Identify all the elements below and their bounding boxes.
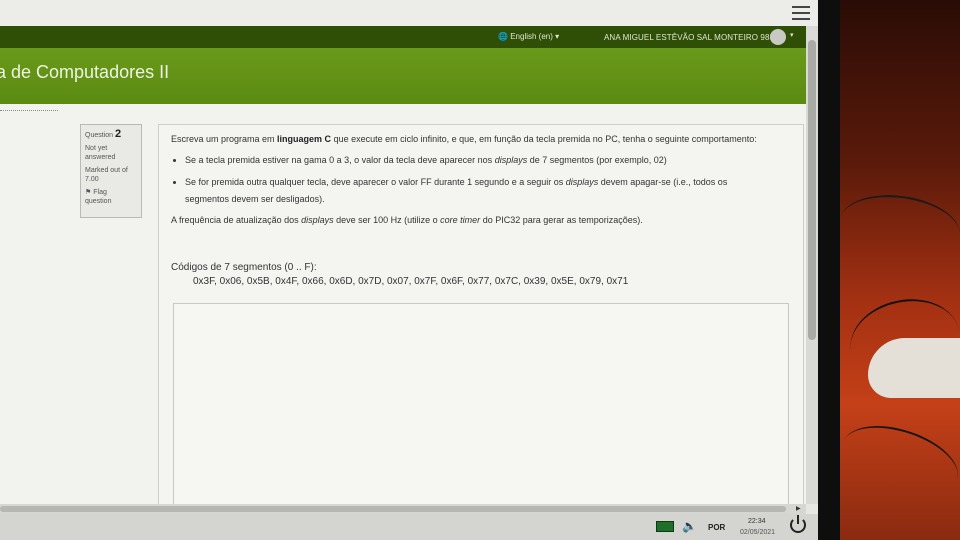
- vertical-scrollbar[interactable]: [806, 26, 818, 504]
- clock-time: 22:34: [748, 518, 766, 525]
- browser-top-strip: [0, 0, 818, 26]
- answer-textarea[interactable]: [173, 303, 789, 523]
- avatar-icon[interactable]: [770, 29, 786, 45]
- browser-screen: 🌐 English (en) ▾ ANA MIGUEL ESTÊVÃO SAL …: [0, 0, 818, 540]
- language-code[interactable]: POR: [708, 523, 725, 532]
- question-text: Escreva um programa em linguagem C que e…: [171, 133, 771, 227]
- user-caret-down-icon[interactable]: ▾: [790, 31, 794, 39]
- list-item: Se a tecla premida estiver na gama 0 a 3…: [185, 152, 771, 169]
- menu-icon[interactable]: [792, 6, 810, 20]
- top-navbar: 🌐 English (en) ▾ ANA MIGUEL ESTÊVÃO SAL …: [0, 26, 806, 48]
- marked-line1: Marked out of: [85, 167, 128, 174]
- scroll-right-arrow-icon[interactable]: ▶: [796, 505, 801, 512]
- codes-list: 0x3F, 0x06, 0x5B, 0x4F, 0x66, 0x6D, 0x7D…: [193, 276, 629, 287]
- flag-question-button[interactable]: ⚑ Flag question: [85, 188, 141, 206]
- codes-title: Códigos de 7 segmentos (0 .. F):: [171, 262, 317, 273]
- flag-icon: ⚑: [85, 189, 92, 196]
- intro-text-bold: linguagem C: [277, 134, 332, 144]
- requirements-list: Se a tecla premida estiver na gama 0 a 3…: [171, 152, 771, 208]
- language-label: English (en): [510, 32, 553, 41]
- user-name[interactable]: ANA MIGUEL ESTÊVÃO SAL MONTEIRO 98314: [604, 33, 783, 42]
- intro-text-b: que execute em ciclo infinito, e que, em…: [331, 134, 757, 144]
- power-icon[interactable]: [790, 515, 806, 533]
- question-number: 2: [114, 128, 122, 140]
- course-header: ra de Computadores II: [0, 48, 806, 104]
- monitor-bezel: [818, 0, 840, 540]
- horizontal-scroll-thumb[interactable]: [0, 506, 786, 512]
- computer-mouse: [868, 338, 960, 398]
- language-menu[interactable]: 🌐 English (en) ▾: [498, 32, 559, 41]
- caret-down-icon: ▾: [555, 32, 560, 41]
- question-info-box: Question 2 Not yet answered Marked out o…: [80, 124, 142, 218]
- frequency-text: A frequência de atualização dos displays…: [171, 215, 643, 225]
- divider: [0, 110, 58, 111]
- clock-date: 02/05/2021: [740, 529, 776, 536]
- flag-line2: question: [85, 198, 112, 205]
- taskbar: 🔈 POR 22:34 02/05/2021: [0, 514, 818, 540]
- course-title[interactable]: ra de Computadores II: [0, 62, 169, 83]
- marked-line2: 7.00: [85, 176, 99, 183]
- question-box: Escreva um programa em linguagem C que e…: [158, 124, 804, 523]
- intro-text-a: Escreva um programa em: [171, 134, 278, 144]
- list-item: Se for premida outra qualquer tecla, dev…: [185, 174, 771, 208]
- question-label: Question: [85, 132, 114, 139]
- globe-icon: 🌐: [498, 32, 508, 41]
- vertical-scroll-thumb[interactable]: [808, 40, 816, 340]
- battery-icon[interactable]: [656, 521, 674, 532]
- flag-line1: Flag: [93, 189, 107, 196]
- horizontal-scrollbar[interactable]: [0, 504, 806, 514]
- status-line1: Not yet: [85, 145, 108, 152]
- status-line2: answered: [85, 154, 116, 161]
- volume-icon[interactable]: 🔈: [682, 519, 697, 533]
